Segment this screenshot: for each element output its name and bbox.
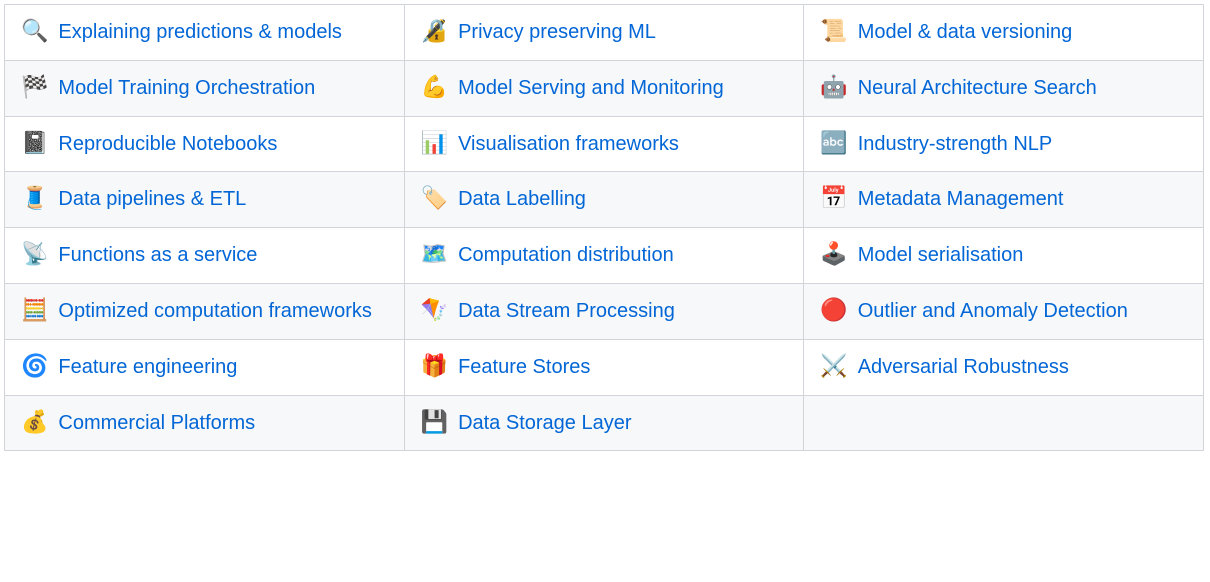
catalog-link[interactable]: Privacy preserving ML [458, 17, 656, 47]
table-cell: 📡 Functions as a service [5, 228, 405, 284]
kite-icon: 🪁 [421, 296, 448, 327]
table-cell: 💾 Data Storage Layer [404, 395, 804, 451]
table-cell: 🧵 Data pipelines & ETL [5, 172, 405, 228]
catalog-table: 🔍 Explaining predictions & models 🔏 Privacy… [4, 4, 1204, 451]
abacus-icon: 🧮 [21, 296, 48, 327]
checkered-flag-icon: 🏁 [21, 73, 48, 104]
table-cell [804, 395, 1204, 451]
table-cell: 🤖 Neural Architecture Search [804, 60, 1204, 116]
catalog-link[interactable]: Neural Architecture Search [858, 73, 1097, 103]
catalog-link[interactable]: Data Storage Layer [458, 408, 631, 438]
floppy-disk-icon: 💾 [421, 408, 448, 439]
label-icon: 🏷️ [421, 184, 448, 215]
catalog-link[interactable]: Industry-strength NLP [858, 129, 1053, 159]
table-row: 🧵 Data pipelines & ETL 🏷️ Data Labelling 📅 Me… [5, 172, 1204, 228]
catalog-link[interactable]: Model Serving and Monitoring [458, 73, 724, 103]
table-row: 💰 Commercial Platforms 💾 Data Storage Layer [5, 395, 1204, 451]
catalog-link[interactable]: Metadata Management [858, 184, 1064, 214]
catalog-link[interactable]: Data Labelling [458, 184, 586, 214]
table-row: 🏁 Model Training Orchestration 💪 Model Serv… [5, 60, 1204, 116]
catalog-link[interactable]: Computation distribution [458, 240, 674, 270]
satellite-icon: 📡 [21, 240, 48, 271]
table-cell: 🔏 Privacy preserving ML [404, 5, 804, 61]
cyclone-icon: 🌀 [21, 352, 48, 383]
table-cell: 📅 Metadata Management [804, 172, 1204, 228]
table-cell: 🗺️ Computation distribution [404, 228, 804, 284]
table-cell: 🏷️ Data Labelling [404, 172, 804, 228]
flexed-biceps-icon: 💪 [421, 73, 448, 104]
catalog-link[interactable]: Feature Stores [458, 352, 590, 382]
table-row: 📡 Functions as a service 🗺️ Computation dis… [5, 228, 1204, 284]
lock-icon: 🔏 [421, 17, 448, 48]
thread-icon: 🧵 [21, 184, 48, 215]
map-icon: 🗺️ [421, 240, 448, 271]
money-bag-icon: 💰 [21, 408, 48, 439]
table-cell: 💪 Model Serving and Monitoring [404, 60, 804, 116]
table-row: 🔍 Explaining predictions & models 🔏 Privacy… [5, 5, 1204, 61]
crossed-swords-icon: ⚔️ [820, 352, 847, 383]
magnifier-icon: 🔍 [21, 17, 48, 48]
catalog-link[interactable]: Explaining predictions & models [58, 17, 342, 47]
table-cell: 📊 Visualisation frameworks [404, 116, 804, 172]
table-cell: 🔤 Industry-strength NLP [804, 116, 1204, 172]
catalog-body: 🔍 Explaining predictions & models 🔏 Privacy… [5, 5, 1204, 451]
catalog-link[interactable]: Adversarial Robustness [858, 352, 1069, 382]
catalog-link[interactable]: Optimized computation frameworks [58, 296, 371, 326]
table-cell: 🌀 Feature engineering [5, 339, 405, 395]
catalog-link[interactable]: Model serialisation [858, 240, 1024, 270]
catalog-link[interactable]: Commercial Platforms [58, 408, 255, 438]
table-cell: 🏁 Model Training Orchestration [5, 60, 405, 116]
bar-chart-icon: 📊 [421, 129, 448, 160]
gift-icon: 🎁 [421, 352, 448, 383]
table-cell: 📜 Model & data versioning [804, 5, 1204, 61]
catalog-link[interactable]: Data pipelines & ETL [58, 184, 246, 214]
calendar-icon: 📅 [820, 184, 847, 215]
notebook-icon: 📓 [21, 129, 48, 160]
table-row: 📓 Reproducible Notebooks 📊 Visualisation fr… [5, 116, 1204, 172]
table-cell: 🔴 Outlier and Anomaly Detection [804, 283, 1204, 339]
table-row: 🌀 Feature engineering 🎁 Feature Stores ⚔️ Adv… [5, 339, 1204, 395]
table-cell: 📓 Reproducible Notebooks [5, 116, 405, 172]
table-cell: 🪁 Data Stream Processing [404, 283, 804, 339]
table-cell: 🔍 Explaining predictions & models [5, 5, 405, 61]
catalog-link[interactable]: Reproducible Notebooks [58, 129, 277, 159]
table-cell: 💰 Commercial Platforms [5, 395, 405, 451]
table-cell: 🎁 Feature Stores [404, 339, 804, 395]
catalog-link[interactable]: Outlier and Anomaly Detection [858, 296, 1128, 326]
robot-icon: 🤖 [820, 73, 847, 104]
red-circle-icon: 🔴 [820, 296, 847, 327]
catalog-link[interactable]: Functions as a service [58, 240, 257, 270]
catalog-link[interactable]: Visualisation frameworks [458, 129, 679, 159]
catalog-link[interactable]: Model Training Orchestration [58, 73, 315, 103]
catalog-link[interactable]: Model & data versioning [858, 17, 1073, 47]
table-row: 🧮 Optimized computation frameworks 🪁 Data S… [5, 283, 1204, 339]
abc-icon: 🔤 [820, 129, 847, 160]
table-cell: 🕹️ Model serialisation [804, 228, 1204, 284]
table-cell: 🧮 Optimized computation frameworks [5, 283, 405, 339]
scroll-icon: 📜 [820, 17, 847, 48]
table-cell: ⚔️ Adversarial Robustness [804, 339, 1204, 395]
joystick-icon: 🕹️ [820, 240, 847, 271]
catalog-link[interactable]: Feature engineering [58, 352, 237, 382]
catalog-link[interactable]: Data Stream Processing [458, 296, 675, 326]
